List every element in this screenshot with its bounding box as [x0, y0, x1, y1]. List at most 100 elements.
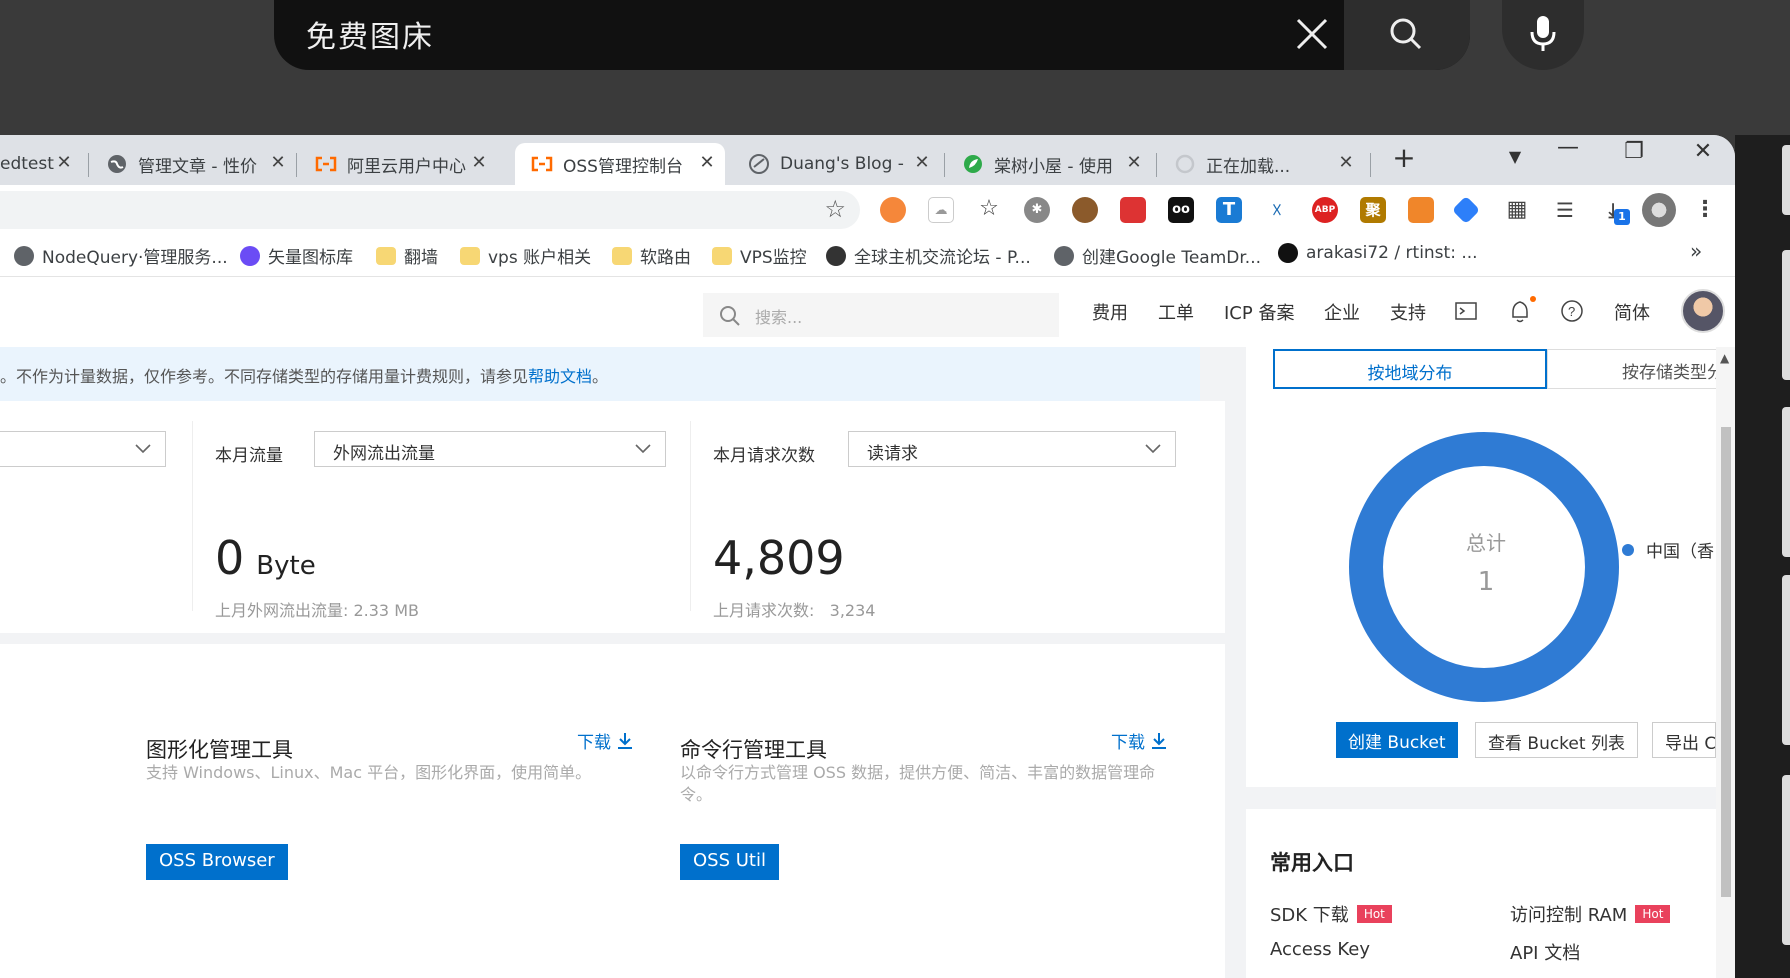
language-switch[interactable]: 简体 [1614, 299, 1650, 325]
microphone-button[interactable] [1502, 0, 1584, 70]
extension-blue-icon[interactable]: ☓ [1264, 197, 1290, 223]
menu-kebab-icon[interactable]: ⋮ [1692, 197, 1718, 223]
tampermonkey-icon[interactable]: oo [1168, 197, 1194, 223]
create-bucket-button[interactable]: 创建 Bucket [1336, 722, 1458, 758]
tab-0[interactable]: edtest ✕ [0, 143, 82, 185]
minimize-button[interactable]: — [1548, 135, 1588, 160]
extension-gray-icon[interactable]: ✱ [1024, 197, 1050, 223]
nav-billing[interactable]: 费用 [1092, 299, 1128, 325]
help-icon[interactable]: ? [1560, 299, 1586, 325]
bookmark-label: NodeQuery·管理服务... [42, 248, 228, 268]
tab-by-region[interactable]: 按地域分布 [1273, 349, 1547, 389]
bookmark-item[interactable]: NodeQuery·管理服务... [14, 243, 228, 268]
console-search-input[interactable]: 搜索... [703, 293, 1059, 337]
bookmarks-overflow-button[interactable]: » [1690, 239, 1702, 263]
entries-title: 常用入口 [1270, 851, 1354, 875]
download-icon[interactable]: ⤓ 1 [1600, 197, 1630, 225]
tab-close-icon[interactable]: ✕ [469, 153, 489, 173]
adblock-icon[interactable]: ABP [1312, 197, 1338, 223]
svg-text:?: ? [1568, 304, 1575, 319]
chart-legend: 中国（香 [1622, 537, 1714, 562]
star-icon[interactable]: ☆ [824, 195, 846, 223]
entry-label: API 文档 [1510, 943, 1581, 964]
tab-close-icon[interactable]: ✕ [268, 153, 288, 173]
bookmark-folder[interactable]: 翻墙 [376, 243, 438, 268]
bell-icon[interactable] [1508, 299, 1534, 325]
extension-gold-icon[interactable]: 聚 [1360, 197, 1386, 223]
oss-util-button[interactable]: OSS Util [680, 844, 779, 880]
side-scrollbar[interactable]: ▲ [1716, 347, 1735, 978]
profile-avatar[interactable] [1642, 193, 1676, 227]
bookmark-item[interactable]: arakasi72 / rtinst: ... [1278, 243, 1478, 263]
oss-browser-button[interactable]: OSS Browser [146, 844, 288, 880]
globe-icon [106, 153, 128, 175]
tab-1[interactable]: 管理文章 - 性价 ✕ [96, 143, 296, 185]
scroll-up-icon[interactable]: ▲ [1720, 351, 1729, 365]
tab-close-icon[interactable]: ✕ [54, 153, 74, 173]
tab-close-icon[interactable]: ✕ [1124, 153, 1144, 173]
cli-tool-download-link[interactable]: 下载 [1111, 728, 1169, 753]
extensions-grid-icon[interactable]: ▦ [1504, 197, 1530, 223]
storage-select[interactable] [0, 431, 166, 467]
restore-button[interactable]: ❐ [1614, 139, 1654, 164]
gui-tool-download-link[interactable]: 下载 [577, 728, 635, 753]
terminal-icon[interactable] [1454, 299, 1480, 325]
bookmarks-bar: NodeQuery·管理服务... 矢量图标库 翻墙 vps 账户相关 软路由 … [0, 233, 1735, 277]
extension-red-icon[interactable] [1120, 197, 1146, 223]
request-type-select[interactable]: 读请求 [848, 431, 1176, 467]
help-doc-link[interactable]: 帮助文档 [528, 367, 592, 386]
tab-2[interactable]: 阿里云用户中心 ✕ [305, 143, 497, 185]
bookmark-folder[interactable]: vps 账户相关 [460, 243, 591, 268]
leaf-icon [962, 153, 984, 175]
overlay-search-button[interactable] [1344, 0, 1470, 70]
cli-tool-title: 命令行管理工具 [680, 738, 827, 762]
scrollbar-thumb[interactable] [1721, 427, 1731, 897]
bookmark-label: 创建Google TeamDr... [1082, 248, 1262, 268]
tab-by-storage-class[interactable]: 按存储类型分 [1547, 349, 1717, 389]
close-window-button[interactable]: ✕ [1683, 139, 1723, 164]
cookie-icon[interactable] [1072, 197, 1098, 223]
tab-oss-console[interactable]: OSS管理控制台 ✕ [515, 143, 725, 185]
tab-close-icon[interactable]: ✕ [1336, 153, 1356, 173]
extension-diamond-icon[interactable] [1451, 195, 1481, 225]
export-button[interactable]: 导出 C [1652, 722, 1716, 758]
avatar[interactable] [1681, 289, 1725, 333]
overlay-search-bar[interactable]: 免费图床 [274, 0, 1470, 70]
entry-api-docs[interactable]: API 文档 [1510, 939, 1580, 965]
overlay-search-query[interactable]: 免费图床 [306, 12, 434, 56]
tools-card: 图形化管理工具 下载 支持 Windows、Linux、Mac 平台，图形化界面… [0, 644, 1225, 978]
star-ext-icon[interactable]: ☆ [976, 197, 1002, 223]
translate-t-icon[interactable]: T [1216, 197, 1242, 223]
bookmark-item[interactable]: 创建Google TeamDr... [1054, 243, 1261, 268]
view-bucket-list-button[interactable]: 查看 Bucket 列表 [1475, 722, 1638, 758]
folder-icon [376, 246, 396, 265]
requests-label: 本月请求次数 [713, 446, 815, 466]
github-icon [1278, 243, 1298, 263]
entry-ram[interactable]: 访问控制 RAM Hot [1510, 901, 1671, 927]
entry-access-key[interactable]: Access Key [1270, 939, 1370, 960]
nav-support[interactable]: 支持 [1390, 299, 1426, 325]
entry-sdk-download[interactable]: SDK 下载 Hot [1270, 901, 1392, 927]
tab-search-icon[interactable]: ▼ [1495, 147, 1535, 166]
tab-4[interactable]: Duang's Blog - ✕ [740, 143, 940, 185]
tab-close-icon[interactable]: ✕ [697, 153, 717, 173]
globe-icon [1054, 245, 1074, 266]
cloud-icon[interactable]: ☁ [928, 197, 954, 223]
bookmark-folder[interactable]: 软路由 [612, 243, 691, 268]
metamask-icon[interactable] [1408, 197, 1434, 223]
bookmark-item[interactable]: 矢量图标库 [240, 243, 353, 268]
tab-close-icon[interactable]: ✕ [912, 153, 932, 173]
nav-icp[interactable]: ICP 备案 [1224, 299, 1294, 325]
traffic-type-select[interactable]: 外网流出流量 [314, 431, 666, 467]
nav-enterprise[interactable]: 企业 [1324, 299, 1360, 325]
extension-orange-icon[interactable] [880, 197, 906, 223]
nav-tickets[interactable]: 工单 [1158, 299, 1194, 325]
address-bar[interactable]: ☆ [0, 191, 860, 229]
bookmark-item[interactable]: 全球主机交流论坛 - P... [826, 243, 1031, 268]
tab-6[interactable]: 正在加载... ✕ [1164, 143, 1364, 185]
close-icon[interactable] [1284, 6, 1340, 62]
tab-5[interactable]: 棠树小屋 - 使用 ✕ [952, 143, 1152, 185]
new-tab-button[interactable]: + [1384, 141, 1424, 174]
bookmark-folder[interactable]: VPS监控 [712, 243, 807, 268]
reading-list-icon[interactable]: ☰ [1552, 197, 1578, 223]
